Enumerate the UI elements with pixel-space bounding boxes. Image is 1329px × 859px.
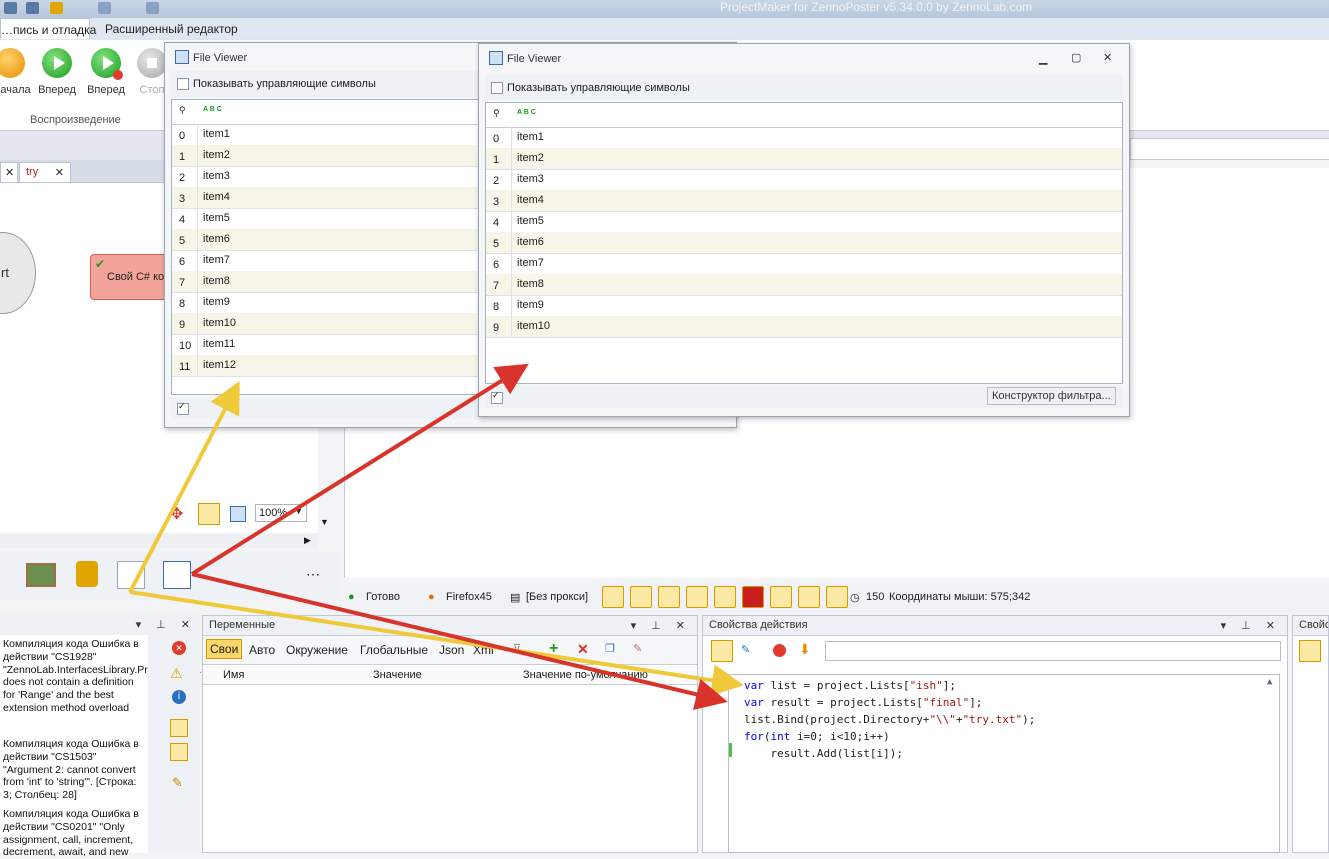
yellow-arrow-to-fv1	[128, 380, 240, 593]
annotation-arrows	[128, 363, 744, 710]
red-arrow-to-fv2	[190, 363, 529, 576]
yellow-arrow-to-code	[129, 590, 744, 697]
red-arrow-to-code	[191, 572, 728, 710]
